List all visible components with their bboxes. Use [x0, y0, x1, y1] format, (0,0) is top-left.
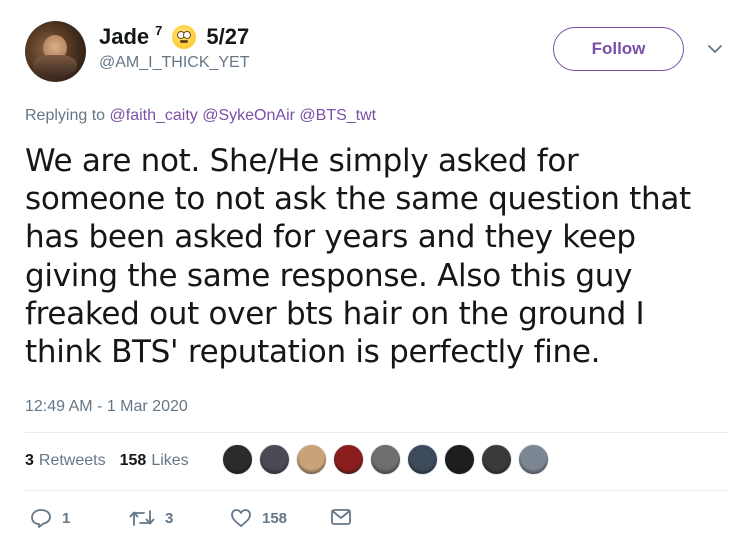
tweet-timestamp[interactable]: 12:49 AM - 1 Mar 2020 — [25, 398, 188, 416]
tweet-text-line: freaked out over bts hair on the ground … — [25, 295, 645, 332]
author-name-row: Jade 7 5/27 — [99, 22, 250, 50]
liker-avatar[interactable] — [333, 444, 364, 475]
follow-button[interactable]: Follow — [553, 27, 684, 71]
mention-link[interactable]: @SykeOnAir — [202, 107, 295, 124]
reply-button[interactable]: 1 — [30, 508, 70, 528]
retweet-button[interactable]: 3 — [129, 508, 173, 528]
retweet-count: 3 — [165, 509, 174, 527]
like-button[interactable]: 158 — [230, 508, 287, 528]
author-handle[interactable]: @AM_I_THICK_YET — [99, 54, 250, 72]
tweet-text-line: We are not. She/He simply asked for — [25, 143, 579, 179]
envelope-icon — [331, 509, 351, 525]
reply-count: 1 — [62, 509, 71, 527]
tweet-text-line: has been asked for years and they keep — [25, 219, 636, 256]
mention-link[interactable]: @BTS_twt — [299, 107, 376, 124]
divider — [25, 490, 728, 491]
tweet-actions: 1 3 158 — [25, 508, 725, 534]
avatar[interactable] — [25, 21, 86, 82]
like-count: 158 — [262, 509, 288, 527]
tweet-text-line: think BTS' reputation is perfectly fine. — [25, 334, 601, 371]
tweet-text: We are not. She/He simply asked for some… — [25, 142, 725, 371]
tweet-text-line: giving the same response. Also this guy — [25, 257, 633, 294]
reply-icon — [31, 509, 51, 528]
retweets-label[interactable]: Retweets — [39, 452, 106, 470]
retweets-count[interactable]: 3 — [25, 452, 34, 470]
replying-prefix: Replying to — [25, 107, 106, 124]
liker-avatar[interactable] — [518, 444, 549, 475]
divider — [25, 432, 728, 433]
liker-avatar[interactable] — [259, 444, 290, 475]
eye-roll-emoji-icon — [172, 25, 197, 49]
replying-to: Replying to @faith_caity @SykeOnAir @BTS… — [25, 107, 376, 125]
liker-avatars — [222, 444, 555, 475]
liker-avatar[interactable] — [296, 444, 327, 475]
retweet-icon — [129, 510, 155, 526]
liker-avatar[interactable] — [481, 444, 512, 475]
author-name-superscript: 7 — [155, 22, 163, 38]
author-name-date-tag: 5/27 — [206, 24, 250, 49]
liker-avatar[interactable] — [407, 444, 438, 475]
tweet-stats: 3 Retweets 158 Likes — [25, 452, 189, 470]
likes-count[interactable]: 158 — [120, 452, 147, 470]
chevron-down-icon[interactable] — [707, 43, 723, 55]
tweet-text-line: someone to not ask the same question tha… — [25, 181, 691, 218]
liker-avatar[interactable] — [444, 444, 475, 475]
liker-avatar[interactable] — [222, 444, 253, 475]
mention-link[interactable]: @faith_caity — [110, 107, 198, 124]
likes-label[interactable]: Likes — [151, 452, 188, 470]
liker-avatar[interactable] — [370, 444, 401, 475]
author-name[interactable]: Jade — [99, 24, 149, 50]
direct-message-button[interactable] — [330, 508, 352, 526]
heart-icon — [231, 509, 251, 527]
